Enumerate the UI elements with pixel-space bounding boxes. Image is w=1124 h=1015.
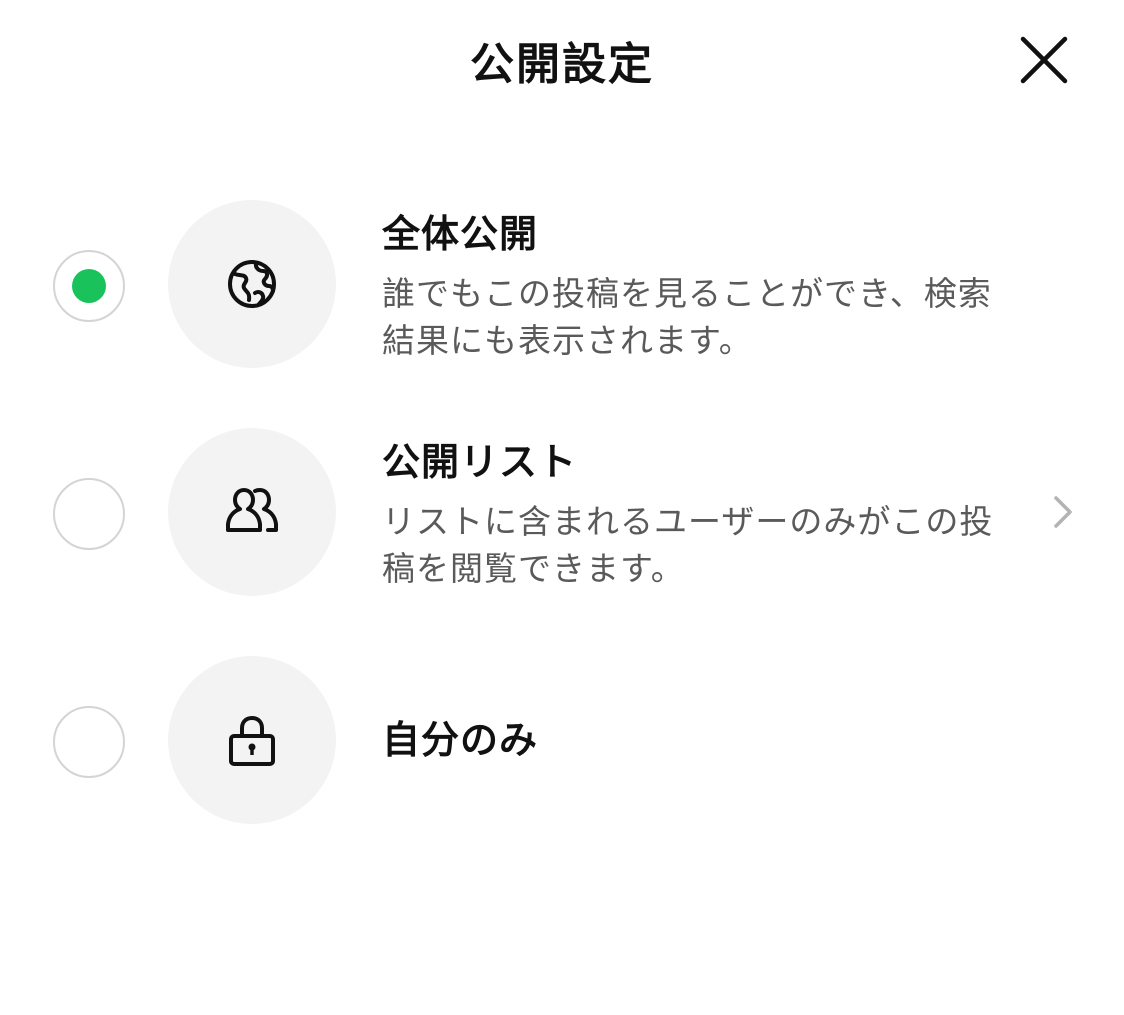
chevron-right-icon[interactable] [1048, 492, 1078, 532]
option-title: 自分のみ [382, 718, 539, 762]
option-text: 公開リスト リストに含まれるユーザーのみがこの投稿を閲覧できます。 [382, 436, 1002, 592]
option-text: 全体公開 誰でもこの投稿を見ることができ、検索結果にも表示されます。 [382, 208, 1002, 364]
option-title: 全体公開 [382, 212, 539, 256]
radio-selected-dot [72, 269, 106, 303]
option-description: リストに含まれるユーザーのみがこの投稿を閲覧できます。 [382, 502, 994, 588]
option-public-list[interactable]: 公開リスト リストに含まれるユーザーのみがこの投稿を閲覧できます。 [0, 422, 1124, 602]
option-description: 誰でもこの投稿を見ることができ、検索結果にも表示されます。 [382, 274, 992, 360]
close-icon [1020, 36, 1068, 84]
radio-public-list[interactable] [53, 478, 125, 550]
radio-only-me[interactable] [53, 706, 125, 778]
sheet-title: 公開設定 [470, 39, 654, 90]
close-button[interactable] [1014, 30, 1074, 90]
option-public[interactable]: 全体公開 誰でもこの投稿を見ることができ、検索結果にも表示されます。 [0, 194, 1124, 374]
option-only-me[interactable]: 自分のみ [0, 650, 1124, 830]
globe-icon [228, 260, 276, 308]
option-icon-container [168, 428, 336, 596]
radio-public[interactable] [53, 250, 125, 322]
option-icon-container [168, 656, 336, 824]
option-text: 自分のみ [382, 714, 1002, 766]
users-icon [226, 488, 278, 532]
option-icon-container [168, 200, 336, 368]
visibility-settings-sheet: 公開設定 全体公開 誰でもこの投稿を見ることができ、検索結果にも表示されます。 [0, 0, 1124, 1015]
sheet-header: 公開設定 [0, 0, 1124, 120]
lock-icon [229, 715, 275, 766]
option-title: 公開リスト [382, 440, 578, 484]
